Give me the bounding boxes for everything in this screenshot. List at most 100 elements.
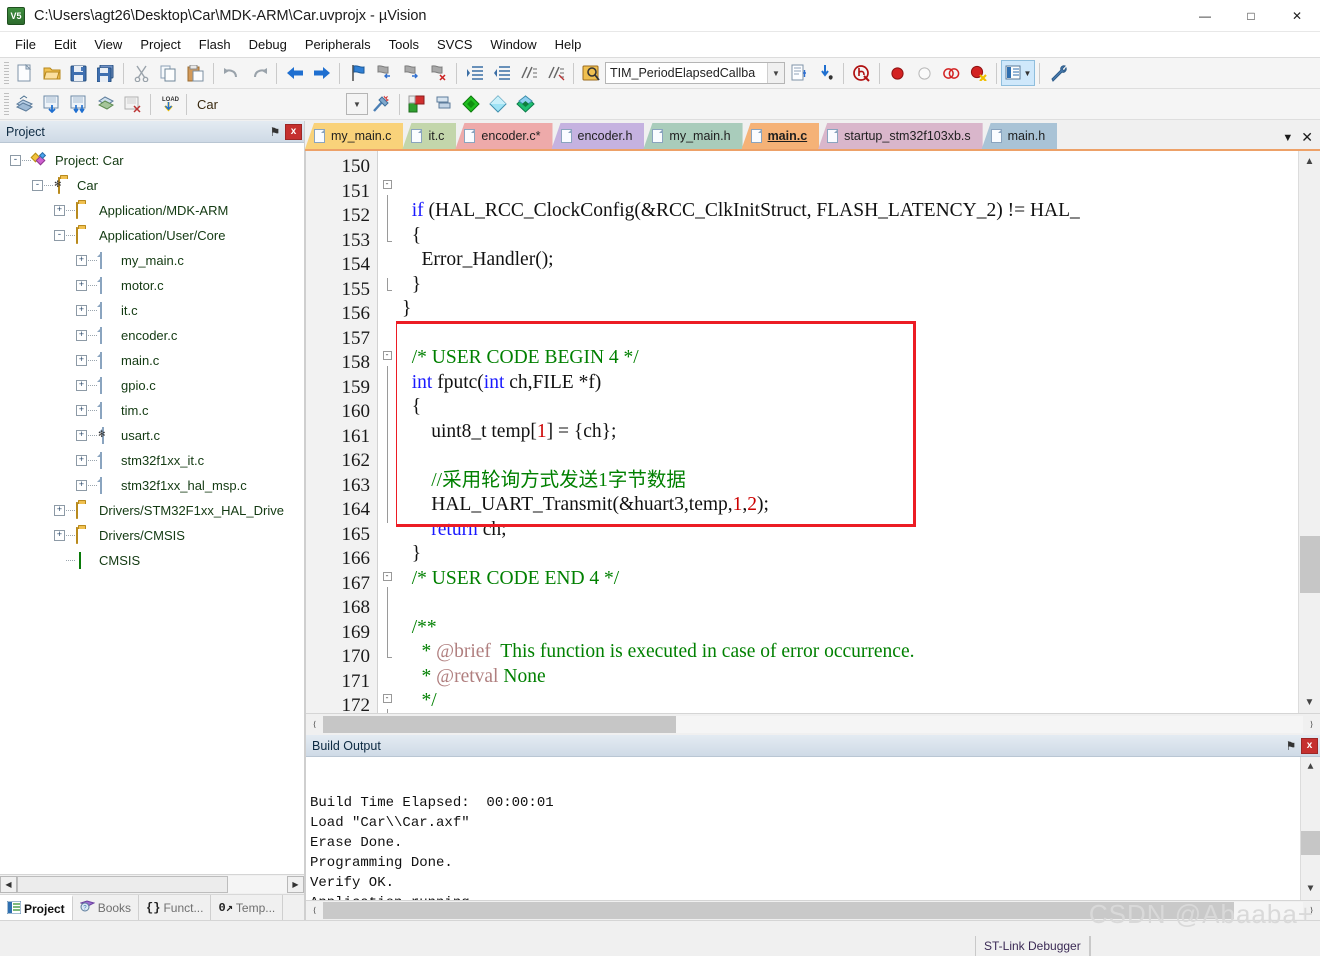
save-all-icon[interactable] (92, 60, 119, 86)
tab-close-icon[interactable]: ✕ (1301, 129, 1313, 146)
menu-tools[interactable]: Tools (380, 33, 428, 56)
manage-run-time-icon[interactable] (485, 91, 512, 117)
menu-svcs[interactable]: SVCS (428, 33, 481, 56)
code-line[interactable]: */ (396, 689, 1320, 713)
fold-slot[interactable] (378, 253, 396, 278)
code-line[interactable] (396, 591, 1320, 616)
disable-breakpoint-icon[interactable] (911, 60, 938, 86)
fold-slot[interactable] (378, 547, 396, 572)
fold-slot[interactable] (378, 596, 396, 621)
tree-item[interactable]: + tim.c (0, 398, 304, 423)
scroll-right-icon[interactable]: ⟩ (1303, 902, 1320, 919)
expand-icon[interactable]: + (54, 505, 65, 516)
collapse-icon[interactable]: - (32, 180, 43, 191)
scroll-down-icon[interactable]: ▼ (1301, 879, 1320, 900)
tab-overflow-icon[interactable]: ▼ (1282, 132, 1293, 144)
fold-slot[interactable]: - (378, 571, 396, 596)
tree-item[interactable]: + my_main.c (0, 248, 304, 273)
debug-download-icon[interactable] (812, 60, 839, 86)
disable-all-breakpoints-icon[interactable] (938, 60, 965, 86)
code-line[interactable]: return ch; (396, 518, 1320, 543)
maximize-button[interactable]: □ (1228, 0, 1274, 32)
download-to-flash-icon[interactable]: LOAD (155, 91, 182, 117)
fold-slot[interactable] (378, 302, 396, 327)
code-line[interactable]: } (396, 542, 1320, 567)
tree-item[interactable]: - Application/User/Core (0, 223, 304, 248)
vscroll-thumb[interactable] (1300, 830, 1320, 855)
expand-icon[interactable]: + (76, 380, 87, 391)
code-line[interactable]: if (HAL_RCC_ClockConfig(&RCC_ClkInitStru… (396, 199, 1320, 224)
configure-toolbars-icon[interactable] (1044, 60, 1071, 86)
expand-icon[interactable]: + (76, 455, 87, 466)
code-text[interactable]: if (HAL_RCC_ClockConfig(&RCC_ClkInitStru… (396, 151, 1320, 713)
code-line[interactable]: Error_Handler(); (396, 248, 1320, 273)
build-output-text[interactable]: Build Time Elapsed: 00:00:01 Load "Car\\C… (306, 757, 1320, 900)
code-line[interactable]: //采用轮询方式发送1字节数据 (396, 469, 1320, 494)
tree-item[interactable]: + motor.c (0, 273, 304, 298)
fold-slot[interactable] (378, 645, 396, 670)
fold-slot[interactable] (378, 400, 396, 425)
fold-slot[interactable] (378, 498, 396, 523)
scroll-left-icon[interactable]: ◀ (0, 876, 17, 893)
menu-edit[interactable]: Edit (45, 33, 85, 56)
tree-item[interactable]: + Drivers/CMSIS (0, 523, 304, 548)
menu-window[interactable]: Window (481, 33, 545, 56)
tree-item[interactable]: - ✻ Car (0, 173, 304, 198)
code-folding-column[interactable]: - - - - (378, 151, 396, 713)
translate-file-icon[interactable] (11, 91, 38, 117)
hscroll-thumb[interactable] (323, 716, 676, 733)
tree-item[interactable]: + stm32f1xx_hal_msp.c (0, 473, 304, 498)
expand-icon[interactable]: + (54, 530, 65, 541)
redo-icon[interactable] (245, 60, 272, 86)
tab-project[interactable]: Project (0, 895, 73, 920)
uncomment-lines-icon[interactable] (542, 60, 569, 86)
comment-lines-icon[interactable] (515, 60, 542, 86)
fold-slot[interactable] (378, 449, 396, 474)
find-in-files-icon[interactable] (578, 60, 605, 86)
tree-item[interactable]: + gpio.c (0, 373, 304, 398)
indent-right-icon[interactable] (461, 60, 488, 86)
fold-slot[interactable] (378, 327, 396, 352)
code-line[interactable]: /* USER CODE END 4 */ (396, 567, 1320, 592)
tab-functions[interactable]: {} Funct... (139, 895, 212, 920)
project-tree-hscrollbar[interactable]: ◀ ▶ (0, 874, 304, 894)
hscroll-thumb[interactable] (17, 876, 228, 893)
fold-slot[interactable] (378, 375, 396, 400)
open-file-icon[interactable] (38, 60, 65, 86)
tree-item[interactable]: + it.c (0, 298, 304, 323)
editor-vscrollbar[interactable]: ▲ ▼ (1298, 151, 1320, 713)
hscroll-track[interactable] (323, 716, 1303, 733)
bookmark-prev-icon[interactable] (371, 60, 398, 86)
editor-tab[interactable]: my_main.c (305, 123, 404, 149)
bookmark-clear-icon[interactable] (425, 60, 452, 86)
new-file-icon[interactable] (11, 60, 38, 86)
scroll-right-icon[interactable]: ▶ (287, 876, 304, 893)
insert-template-icon[interactable] (785, 60, 812, 86)
select-software-packs-icon[interactable] (512, 91, 539, 117)
pack-installer-icon[interactable] (458, 91, 485, 117)
hscroll-track[interactable] (17, 876, 287, 893)
pin-icon[interactable]: ⚑ (267, 125, 283, 139)
expand-icon[interactable]: + (76, 480, 87, 491)
hscroll-thumb[interactable] (323, 902, 1235, 919)
close-button[interactable]: ✕ (1274, 0, 1320, 32)
code-line[interactable]: * @brief This function is executed in ca… (396, 640, 1320, 665)
expand-icon[interactable]: + (76, 330, 87, 341)
code-line[interactable]: } (396, 297, 1320, 322)
code-line[interactable]: * @retval None (396, 665, 1320, 690)
code-line[interactable]: } (396, 273, 1320, 298)
editor-tab[interactable]: encoder.h (551, 123, 645, 149)
scroll-right-icon[interactable]: ⟩ (1303, 716, 1320, 733)
project-tree[interactable]: - Project: Car - ✻ Car + Application/MDK-ARM - A… (0, 143, 304, 874)
build-target-icon[interactable] (38, 91, 65, 117)
expand-icon[interactable]: + (76, 305, 87, 316)
build-output-vscrollbar[interactable]: ▲ ▼ (1300, 757, 1320, 900)
tree-item[interactable]: + main.c (0, 348, 304, 373)
editor-tab[interactable]: my_main.h (643, 123, 743, 149)
collapse-icon[interactable]: - (10, 155, 21, 166)
tab-templates[interactable]: 0↗ Temp... (211, 895, 284, 920)
vscroll-track[interactable] (1299, 172, 1320, 692)
tree-item[interactable]: - Project: Car (0, 148, 304, 173)
chevron-down-icon[interactable]: ▼ (767, 63, 784, 83)
paste-icon[interactable] (182, 60, 209, 86)
